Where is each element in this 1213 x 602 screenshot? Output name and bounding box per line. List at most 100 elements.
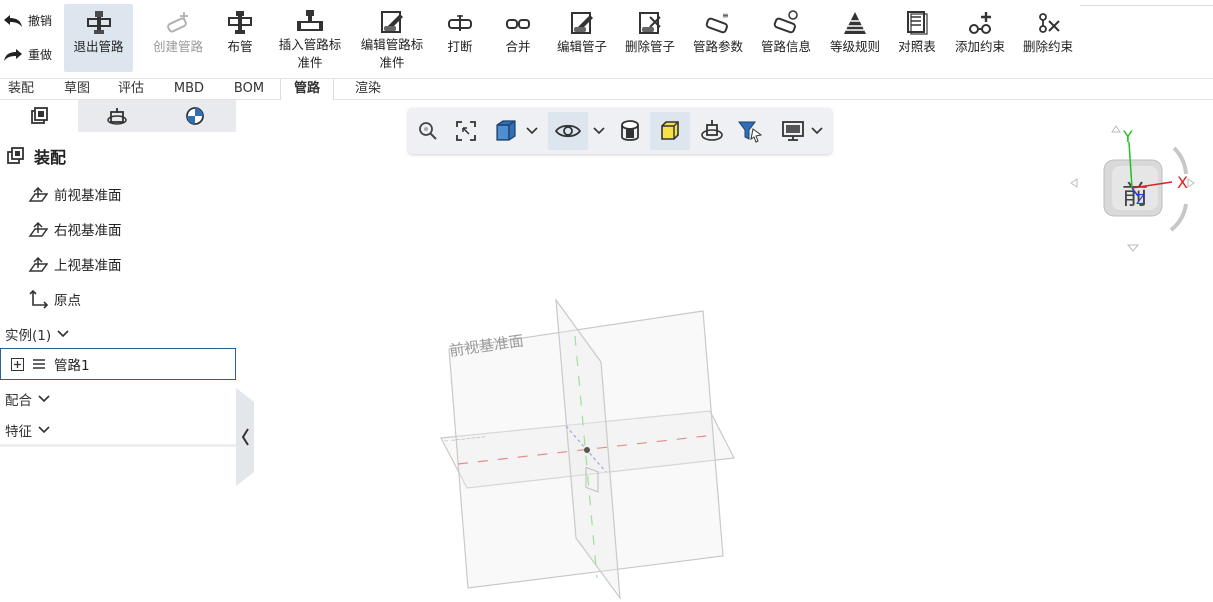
visibility-dropdown[interactable] (590, 112, 608, 150)
display-settings-dropdown[interactable] (774, 112, 830, 150)
merge-pipe-icon (506, 19, 530, 29)
lookup-table-button[interactable]: 对照表 (894, 4, 940, 72)
rotate-down-arrow[interactable] (1126, 244, 1140, 252)
view-orientation-button[interactable] (694, 112, 730, 150)
rotate-left-arrow[interactable] (1070, 178, 1078, 188)
tree-item-top-plane[interactable]: 上视基准面 (28, 254, 122, 274)
edit-std-part-icon (381, 11, 403, 33)
rotate-right-arrow[interactable] (1187, 178, 1195, 188)
tree-item-right-plane[interactable]: 右视基准面 (28, 219, 122, 239)
yellow-cube-icon (661, 121, 679, 140)
collapse-panel-handle[interactable] (236, 388, 256, 486)
tab-sketch[interactable]: 草图 (62, 79, 92, 100)
redo-button[interactable]: 重做 (2, 46, 52, 63)
monitor-icon (782, 121, 804, 141)
tab-bom[interactable]: BOM (231, 79, 267, 100)
edit-pipe-button[interactable]: 编辑管子 (552, 4, 612, 72)
tab-mbd[interactable]: MBD (172, 79, 206, 100)
plane-icon (28, 256, 48, 272)
route-info-button[interactable]: 管路信息 (756, 4, 816, 72)
tab-render[interactable]: 渲染 (352, 79, 384, 100)
view-cube[interactable]: 前 X Y Z (1070, 125, 1195, 252)
break-pipe-icon (448, 15, 472, 31)
delete-constraint-icon (1039, 13, 1060, 33)
section-view-button[interactable] (612, 112, 648, 150)
panel-tab-strip (0, 100, 236, 132)
graphics-viewport[interactable]: 前视基准面 ~ ~~~~~~~ 前 X Y Z (236, 100, 1213, 602)
selection-filter-button[interactable] (732, 112, 768, 150)
app-window: 撤销 重做 退出管路 创建管路 布管 插入管路标 准件 编辑管路标 准件 打断 … (0, 0, 1213, 602)
delete-pipe-label: 删除管子 (624, 39, 675, 54)
visibility-button[interactable] (548, 112, 588, 150)
instances-label: 实例(1) (5, 328, 52, 344)
tree-item-origin[interactable]: 原点 (28, 289, 81, 309)
view-toolbar (408, 108, 832, 154)
add-constraint-button[interactable]: 添加约束 (950, 4, 1010, 72)
tab-assembly[interactable]: 装配 (6, 79, 36, 100)
exit-route-label: 退出管路 (73, 39, 124, 54)
delete-pipe-button[interactable]: 删除管子 (620, 4, 680, 72)
zoom-button[interactable] (412, 112, 444, 150)
front-plane-label: 前视基准面 (54, 188, 122, 204)
instance-route-item[interactable]: 管路1 (0, 348, 236, 380)
assembly-icon (7, 147, 24, 164)
zoom-to-fit-button[interactable] (450, 112, 482, 150)
assembly-tree-icon (31, 107, 48, 124)
expand-plus-icon[interactable] (11, 357, 24, 371)
section-view-icon (621, 120, 639, 141)
feature-tree-panel: 装配 前视基准面 右视基准面 上视基准面 原点 实例(1) 管路1 配合 特征 (0, 100, 236, 602)
origin-point[interactable] (584, 447, 590, 453)
grade-rules-button[interactable]: 等级规则 (826, 4, 884, 72)
route-params-button[interactable]: ≡ 管路参数 (688, 4, 748, 72)
redo-arrow-icon (4, 48, 22, 61)
tab-evaluate[interactable]: 评估 (116, 79, 146, 100)
redo-label: 重做 (28, 48, 53, 62)
cube-z-label: Z (1136, 193, 1145, 208)
edit-std-part-button[interactable]: 编辑管路标 准件 (354, 4, 430, 72)
chevron-down-icon (526, 127, 538, 135)
scene-canvas[interactable]: 前视基准面 ~ ~~~~~~~ 前 X Y Z (236, 100, 1213, 602)
break-button[interactable]: 打断 (442, 4, 478, 72)
instances-section-header[interactable]: 实例(1) (5, 324, 69, 344)
chevron-down-icon (38, 395, 50, 403)
edit-pipe-icon (571, 12, 593, 34)
filter-cursor-icon (738, 121, 763, 143)
tab-routing[interactable]: 管路 (280, 79, 334, 101)
tree-item-front-plane[interactable]: 前视基准面 (28, 184, 122, 204)
exit-route-button[interactable]: 退出管路 (64, 4, 133, 72)
cube-y-label: Y (1122, 127, 1133, 146)
instance-route-label: 管路1 (54, 358, 90, 374)
undo-label: 撤销 (28, 14, 53, 28)
highlight-button[interactable] (650, 112, 690, 150)
display-style-dropdown[interactable] (490, 112, 542, 150)
merge-button[interactable]: 合并 (500, 4, 536, 72)
merge-label: 合并 (505, 39, 531, 54)
assembly-root[interactable]: 装配 (6, 144, 66, 168)
origin-label: 原点 (54, 293, 81, 309)
exit-route-icon (86, 11, 111, 34)
appearance-sphere-icon (186, 107, 204, 125)
property-manager-icon (107, 108, 127, 125)
features-section-header[interactable]: 特征 (5, 420, 50, 440)
route-pipe-button[interactable]: 布管 (220, 4, 260, 72)
ribbon-tab-bar: 装配 草图 评估 MBD BOM 管路 渲染 (0, 78, 1213, 101)
delete-constraint-button[interactable]: 删除约束 (1018, 4, 1078, 72)
break-label: 打断 (447, 39, 473, 54)
roll-cw-arrow[interactable] (1172, 146, 1188, 175)
route-params-label: 管路参数 (692, 39, 743, 54)
list-menu-icon (33, 359, 45, 369)
rotate-up-arrow[interactable] (1111, 125, 1121, 133)
panel-tab-properties[interactable] (78, 100, 156, 132)
eye-icon (555, 124, 581, 138)
panel-tab-tree[interactable] (0, 100, 78, 132)
roll-ccw-arrow[interactable] (1169, 203, 1188, 232)
mates-section-header[interactable]: 配合 (5, 389, 50, 409)
top-plane-label: 上视基准面 (54, 258, 122, 274)
insert-std-part-button[interactable]: 插入管路标 准件 (272, 4, 348, 72)
grade-rules-label: 等级规则 (829, 39, 880, 54)
create-route-button[interactable]: 创建管路 (146, 4, 210, 72)
edit-std-part-label: 编辑管路标 准件 (360, 37, 424, 70)
panel-tab-appearance[interactable] (156, 100, 234, 132)
chevron-down-icon (57, 330, 69, 338)
undo-button[interactable]: 撤销 (2, 12, 52, 29)
